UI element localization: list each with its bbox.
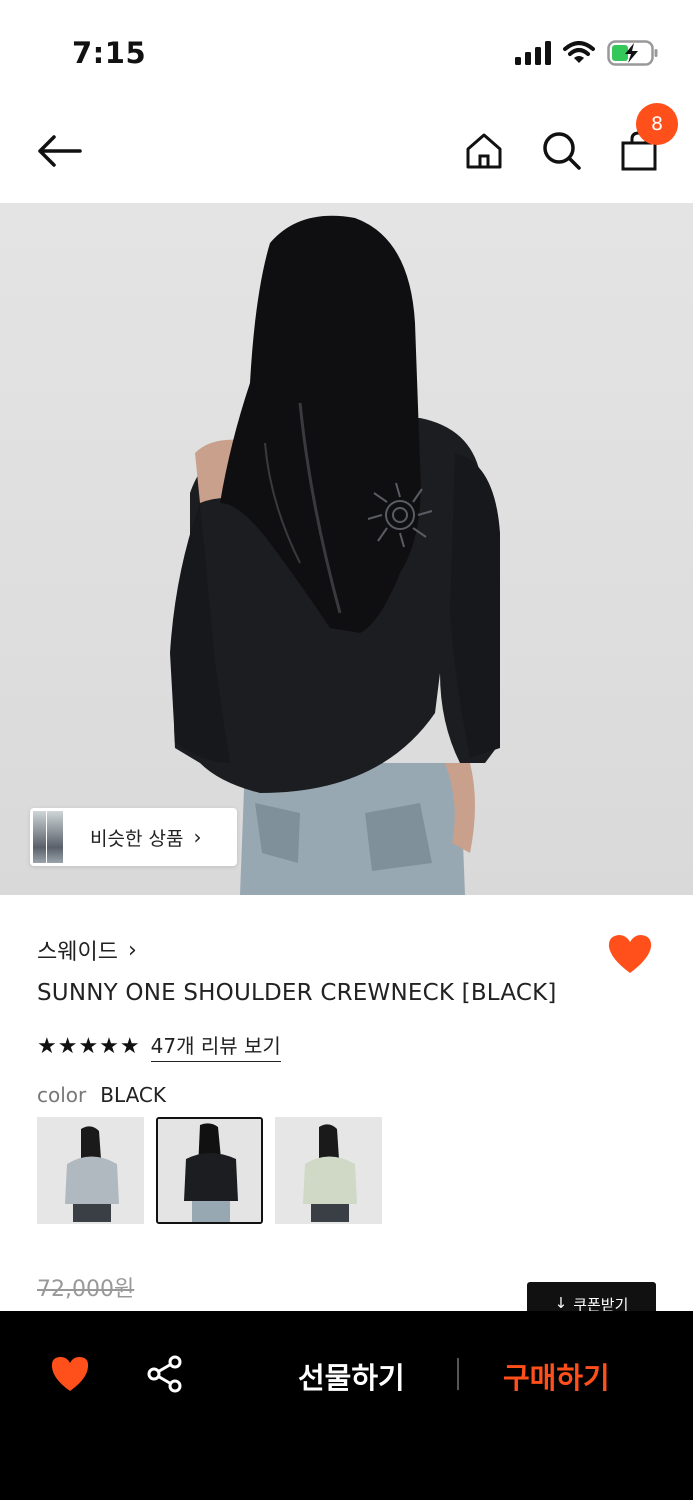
color-key: color	[37, 1083, 87, 1107]
rating-row: ★★★★★ 47개 리뷰 보기	[37, 1030, 281, 1062]
home-button[interactable]	[459, 126, 509, 176]
search-icon	[543, 132, 581, 170]
color-value: BLACK	[100, 1083, 166, 1107]
cart-count-badge: 8	[636, 103, 678, 145]
bottom-heart-icon[interactable]	[50, 1355, 90, 1393]
rating-stars: ★★★★★	[37, 1033, 141, 1059]
similar-products-button[interactable]: 비슷한 상품 ›	[30, 808, 237, 866]
similar-products-label: 비슷한 상품	[90, 827, 184, 850]
gift-button[interactable]: 선물하기	[298, 1355, 405, 1397]
review-link[interactable]: 47개 리뷰 보기	[150, 1030, 281, 1062]
original-price: 72,000원	[37, 1277, 135, 1302]
home-icon	[466, 133, 502, 169]
swatch-black-image	[158, 1119, 261, 1222]
brand-link[interactable]: 스웨이드 ›	[37, 934, 137, 966]
color-swatches	[37, 1117, 382, 1224]
wishlist-heart-icon[interactable]	[607, 933, 653, 975]
signal-icon	[515, 41, 551, 65]
buy-button[interactable]: 구매하기	[503, 1355, 610, 1397]
search-button[interactable]	[537, 126, 587, 176]
status-time: 7:15	[72, 36, 147, 70]
product-hero-image[interactable]	[0, 203, 693, 895]
battery-icon	[607, 40, 658, 66]
swatch-grey-image	[39, 1119, 142, 1222]
share-icon[interactable]	[146, 1355, 184, 1393]
similar-thumbnails	[32, 808, 70, 866]
back-arrow-icon	[38, 135, 82, 167]
brand-name: 스웨이드	[37, 940, 118, 965]
chevron-right-icon: ›	[127, 937, 137, 963]
chevron-right-icon: ›	[193, 825, 202, 849]
color-row: color BLACK	[37, 1083, 166, 1107]
bottom-action-bar	[0, 1311, 693, 1500]
product-title: SUNNY ONE SHOULDER CREWNECK [BLACK]	[37, 980, 557, 1006]
download-arrow-icon: ↓	[554, 1294, 568, 1312]
bottom-divider	[457, 1358, 459, 1390]
top-nav	[0, 100, 693, 202]
back-button[interactable]	[34, 126, 84, 176]
swatch-mint[interactable]	[275, 1117, 382, 1224]
swatch-grey[interactable]	[37, 1117, 144, 1224]
swatch-black[interactable]	[156, 1117, 263, 1224]
status-icons	[515, 40, 659, 66]
status-bar: 7:15	[0, 0, 693, 100]
wifi-icon	[563, 41, 595, 63]
swatch-mint-image	[277, 1119, 380, 1222]
model-photo	[170, 215, 500, 895]
